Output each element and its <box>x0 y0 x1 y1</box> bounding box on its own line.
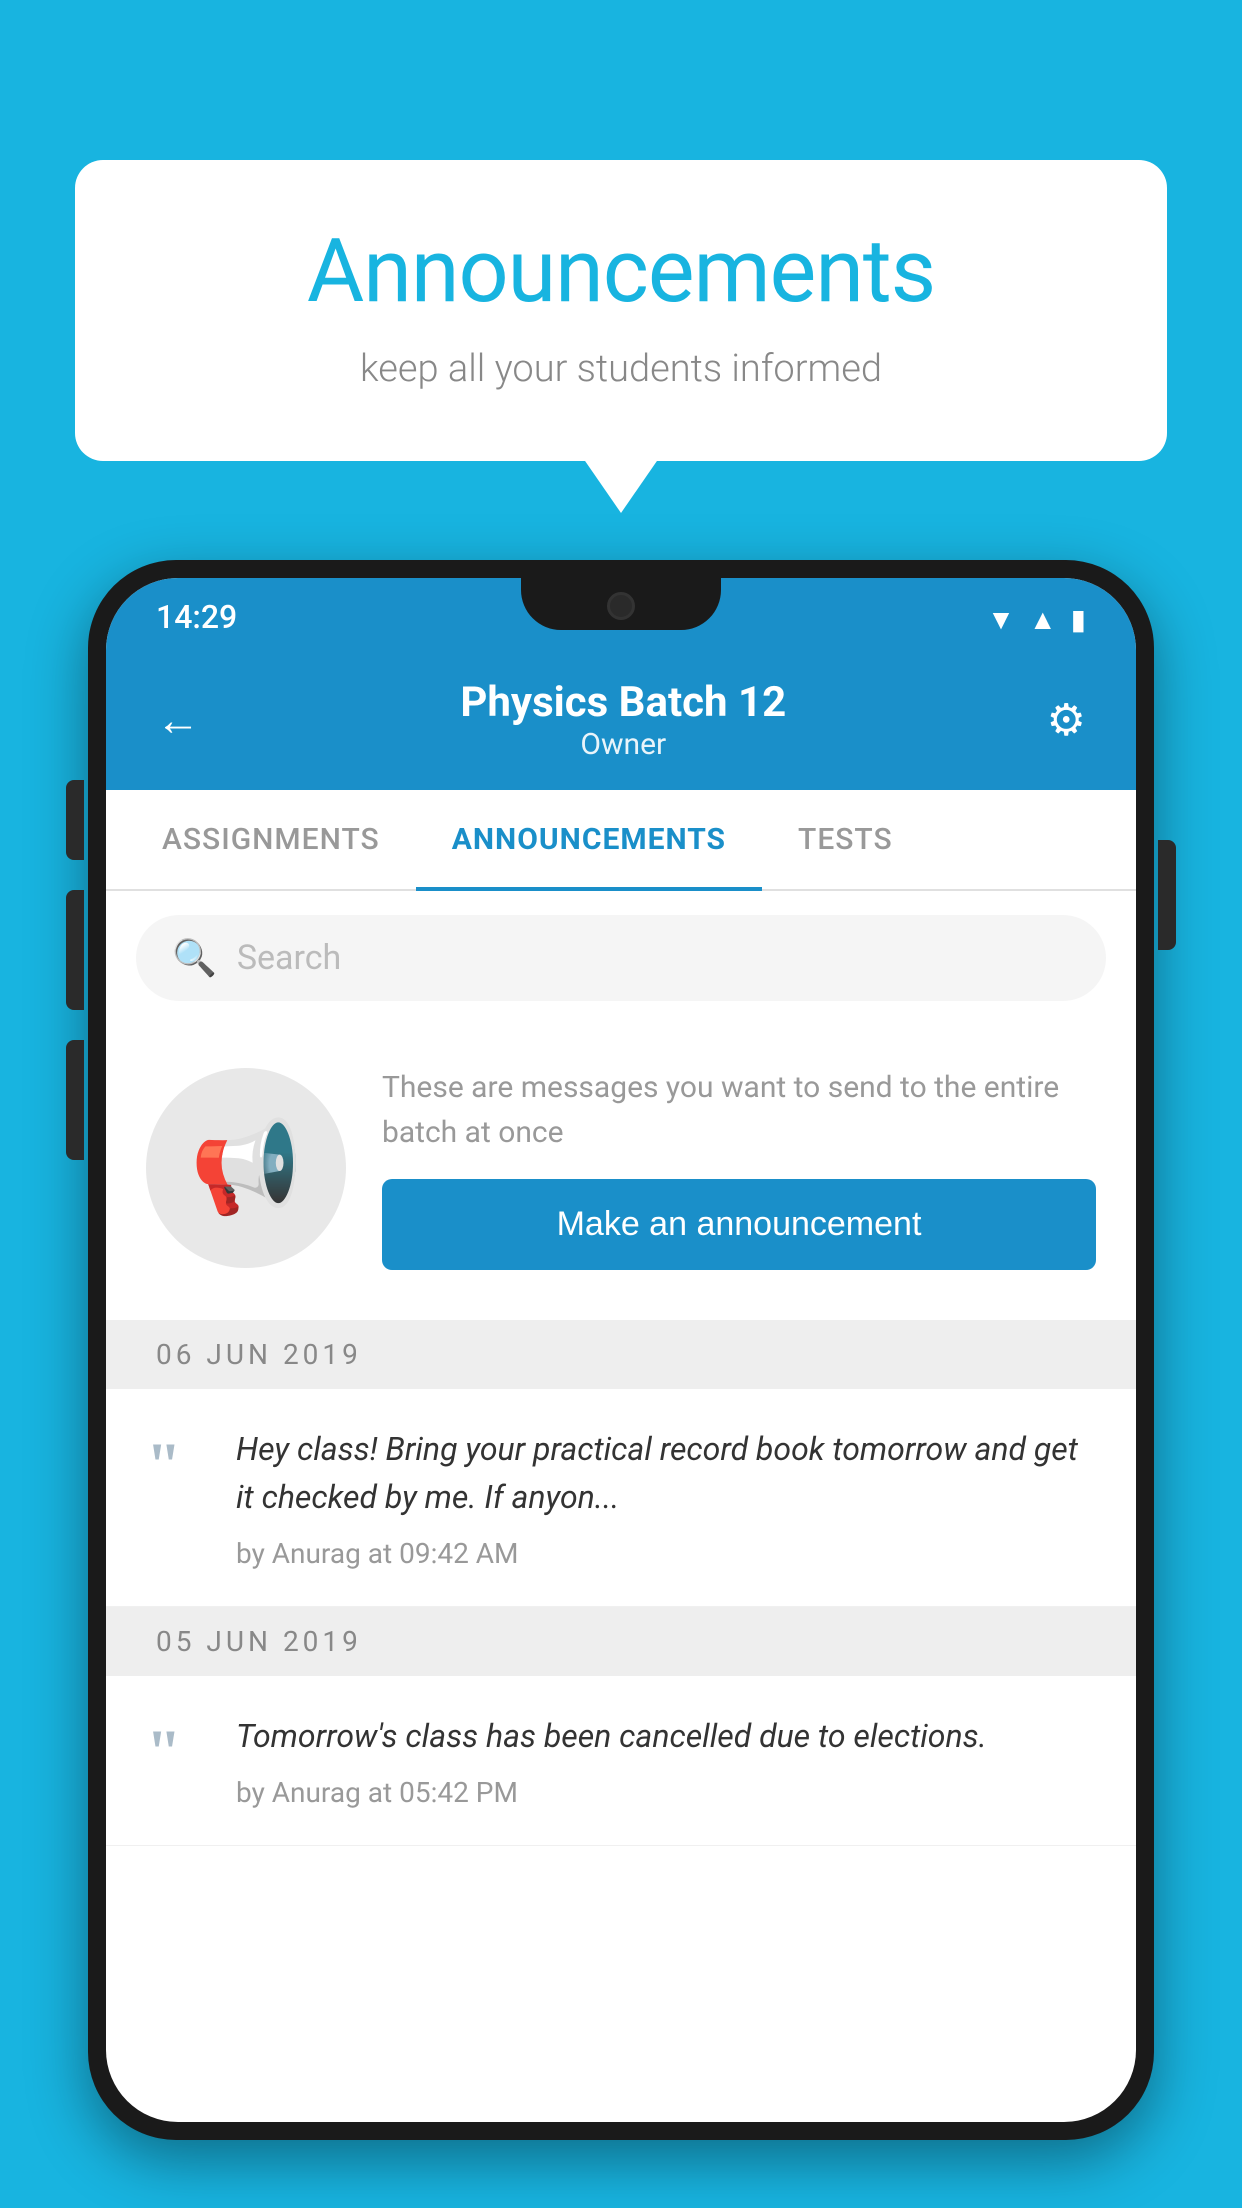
date-separator-2: 05 JUN 2019 <box>106 1607 1136 1676</box>
megaphone-icon: 📢 <box>190 1115 302 1220</box>
announcements-title: Announcements <box>145 220 1097 323</box>
quote-icon-2: " <box>146 1720 206 1784</box>
make-announcement-button[interactable]: Make an announcement <box>382 1179 1096 1270</box>
settings-icon[interactable]: ⚙ <box>1047 694 1086 746</box>
phone-notch <box>521 578 721 630</box>
announcement-content-2: Tomorrow's class has been cancelled due … <box>236 1712 1086 1809</box>
search-icon: 🔍 <box>172 937 217 979</box>
announcement-content-1: Hey class! Bring your practical record b… <box>236 1425 1086 1570</box>
promo-description: These are messages you want to send to t… <box>382 1065 1096 1155</box>
front-camera <box>607 592 635 620</box>
announcement-meta-2: by Anurag at 05:42 PM <box>236 1776 1086 1809</box>
tabs-bar: ASSIGNMENTS ANNOUNCEMENTS TESTS <box>106 790 1136 891</box>
battery-icon: ▮ <box>1071 603 1086 636</box>
tab-announcements[interactable]: ANNOUNCEMENTS <box>416 790 762 889</box>
announcement-text-2: Tomorrow's class has been cancelled due … <box>236 1712 1086 1760</box>
app-header: ← Physics Batch 12 Owner ⚙ <box>106 650 1136 790</box>
phone-container: 14:29 ▼ ▲ ▮ ← Physics Batch 12 Owner ⚙ A… <box>88 560 1154 2208</box>
silent-button <box>66 1040 84 1160</box>
header-title: Physics Batch 12 <box>460 678 786 727</box>
volume-up-button <box>66 780 84 860</box>
announcement-item-2[interactable]: " Tomorrow's class has been cancelled du… <box>106 1676 1136 1846</box>
header-subtitle: Owner <box>460 727 786 762</box>
date-separator-1: 06 JUN 2019 <box>106 1320 1136 1389</box>
speech-bubble-card: Announcements keep all your students inf… <box>75 160 1167 461</box>
search-container: 🔍 Search <box>106 891 1136 1025</box>
back-button[interactable]: ← <box>156 694 200 746</box>
search-placeholder: Search <box>237 938 341 978</box>
volume-down-button <box>66 890 84 1010</box>
announcement-text-1: Hey class! Bring your practical record b… <box>236 1425 1086 1521</box>
speech-bubble-section: Announcements keep all your students inf… <box>75 160 1167 461</box>
power-button <box>1158 840 1176 950</box>
tab-tests[interactable]: TESTS <box>762 790 929 889</box>
quote-icon-1: " <box>146 1433 206 1497</box>
wifi-icon: ▼ <box>987 603 1015 636</box>
phone-outer: 14:29 ▼ ▲ ▮ ← Physics Batch 12 Owner ⚙ A… <box>88 560 1154 2140</box>
status-time: 14:29 <box>156 598 237 636</box>
status-icons: ▼ ▲ ▮ <box>987 603 1086 636</box>
tab-assignments[interactable]: ASSIGNMENTS <box>126 790 416 889</box>
announcement-promo: 📢 These are messages you want to send to… <box>106 1025 1136 1320</box>
header-title-group: Physics Batch 12 Owner <box>460 678 786 762</box>
phone-screen: 14:29 ▼ ▲ ▮ ← Physics Batch 12 Owner ⚙ A… <box>106 578 1136 2122</box>
announcement-item-1[interactable]: " Hey class! Bring your practical record… <box>106 1389 1136 1607</box>
signal-icon: ▲ <box>1029 603 1057 636</box>
promo-icon-circle: 📢 <box>146 1068 346 1268</box>
announcements-subtitle: keep all your students informed <box>145 347 1097 391</box>
promo-content: These are messages you want to send to t… <box>382 1065 1096 1270</box>
search-bar[interactable]: 🔍 Search <box>136 915 1106 1001</box>
announcement-meta-1: by Anurag at 09:42 AM <box>236 1537 1086 1570</box>
